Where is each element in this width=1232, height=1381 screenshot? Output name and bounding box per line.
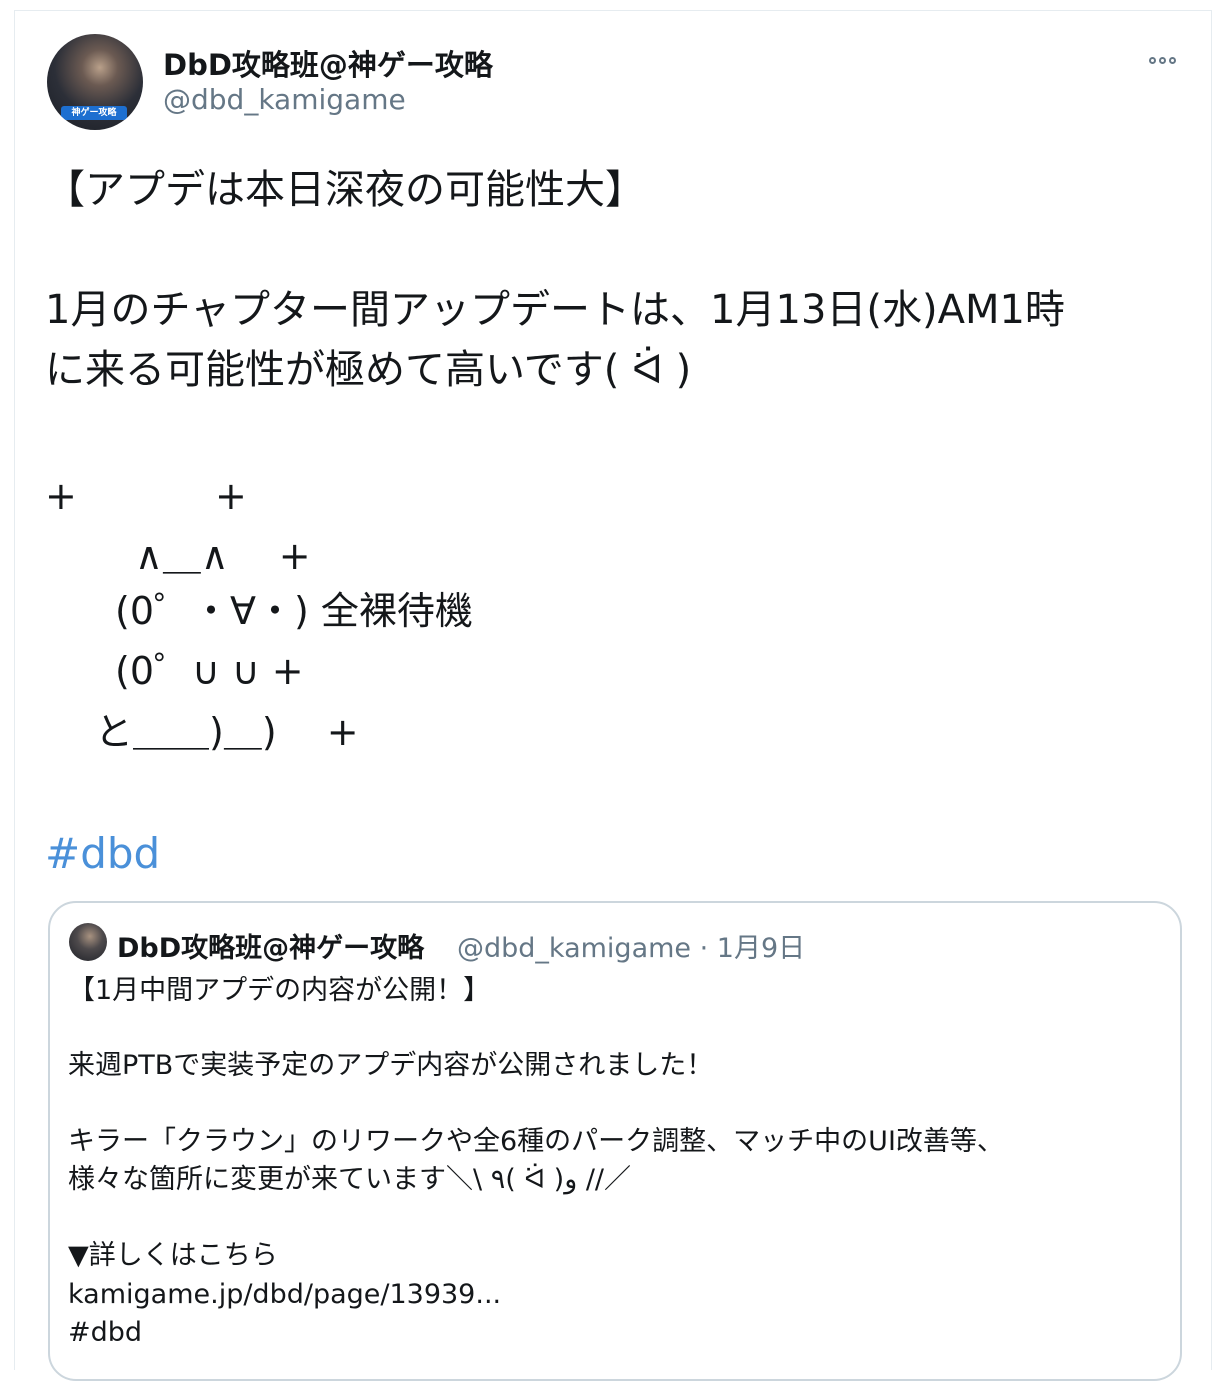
ascii-art-face: (0゜・∀・) 全裸待機 bbox=[115, 589, 473, 633]
tweet-headline: 【アプデは本日深夜の可能性大】 bbox=[45, 167, 645, 213]
quoted-text-line: 【1月中間アプデの内容が公開！】 bbox=[68, 975, 491, 1006]
avatar-brand-label: 神ゲー攻略 bbox=[61, 106, 127, 120]
quoted-text-line: ▼詳しくはこちら bbox=[68, 1240, 278, 1271]
quoted-author-name[interactable]: DbD攻略班@神ゲー攻略 bbox=[117, 926, 424, 965]
quoted-text-line: 来週PTBで実装予定のアプデ内容が公開されました！ bbox=[68, 1050, 714, 1081]
ascii-art-plus: + bbox=[215, 474, 247, 518]
quoted-text-line: キラー「クラウン」のリワークや全6種のパーク調整、マッチ中のUI改善等、 bbox=[68, 1126, 1004, 1157]
quoted-text-line: 様々な箇所に変更が来ています＼\ ٩( ᐛ )و //／ bbox=[68, 1164, 632, 1195]
quoted-author-meta[interactable]: @dbd_kamigame · 1月9日 bbox=[457, 926, 805, 965]
ascii-art-ears: ∧＿∧ + bbox=[135, 534, 311, 578]
author-name[interactable]: DbD攻略班@神ゲー攻略 bbox=[163, 42, 493, 84]
quoted-hashtag[interactable]: #dbd bbox=[68, 1319, 142, 1346]
quoted-avatar[interactable] bbox=[69, 923, 107, 961]
more-options-icon[interactable] bbox=[1142, 46, 1182, 74]
tweet-body-line: 1月のチャプター間アップデートは、1月13日(水)AM1時 bbox=[45, 287, 1065, 333]
author-handle[interactable]: @dbd_kamigame bbox=[163, 83, 406, 116]
tweet-body-line: に来る可能性が極めて高いです( ᐛ ) bbox=[45, 347, 692, 393]
ascii-art-hands: (0゜∪ ∪ + bbox=[115, 649, 304, 693]
ascii-art-feet: と＿＿)＿) + bbox=[95, 710, 359, 754]
ascii-art-plus: + bbox=[45, 474, 77, 518]
quoted-link[interactable]: kamigame.jp/dbd/page/13939... bbox=[68, 1281, 501, 1308]
hashtag-link[interactable]: #dbd bbox=[45, 829, 160, 878]
avatar[interactable]: 神ゲー攻略 bbox=[47, 34, 143, 130]
